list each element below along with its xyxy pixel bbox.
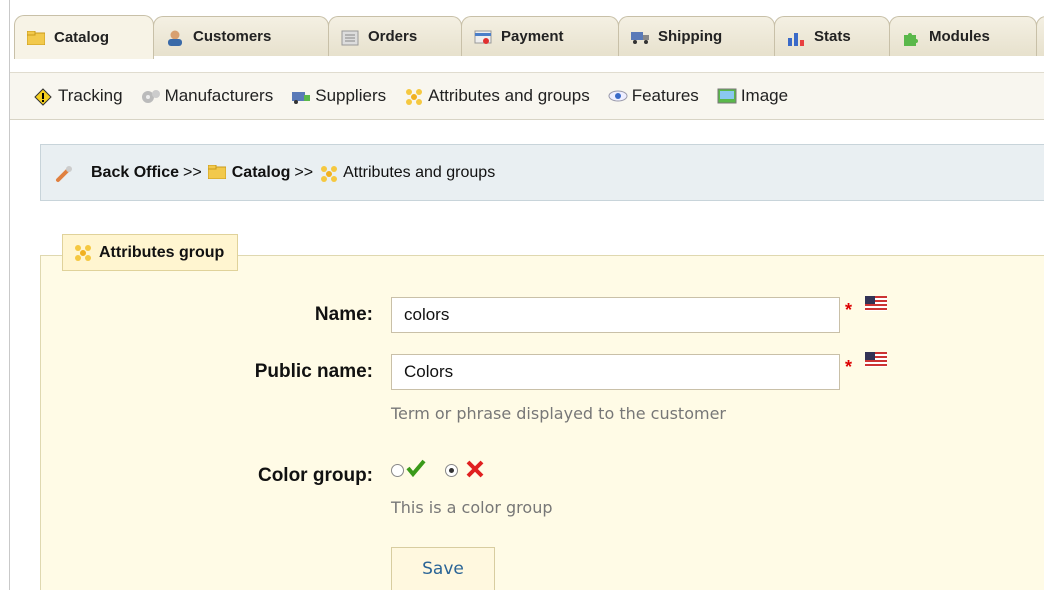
breadcrumb: Back Office >> Catalog >> Attributes and… (40, 144, 1044, 201)
name-input[interactable] (391, 297, 840, 333)
customer-icon (166, 30, 184, 46)
attributes-icon (319, 165, 338, 182)
truck-icon (631, 30, 649, 44)
orders-icon (341, 30, 359, 45)
main-tab-bar: Catalog Customers Orders Payment Shippin… (10, 0, 1044, 70)
tab-label: Catalog (54, 29, 110, 46)
us-flag-icon[interactable] (865, 352, 887, 367)
subnav-attributes[interactable]: Attributes and groups (404, 86, 590, 106)
breadcrumb-current: Attributes and groups (343, 163, 496, 181)
bar-chart-icon (787, 30, 805, 46)
subnav-tracking[interactable]: Tracking (34, 86, 123, 106)
payment-icon (474, 30, 492, 44)
color-group-label: Color group: (257, 465, 373, 486)
breadcrumb-separator: >> (183, 163, 202, 181)
required-mark: * (845, 357, 853, 377)
tab-catalog[interactable]: Catalog (14, 15, 154, 59)
required-mark: * (845, 300, 853, 320)
tab-label: Modules (929, 28, 990, 45)
tab-label: Customers (193, 28, 272, 45)
us-flag-icon[interactable] (865, 296, 887, 311)
public-name-label: Public name: (254, 361, 373, 382)
tab-shipping[interactable]: Shipping (618, 16, 775, 56)
subnav-label: Manufacturers (164, 86, 274, 105)
warning-icon (34, 88, 52, 106)
subnav-label: Attributes and groups (428, 86, 590, 105)
sub-navigation: Tracking Manufacturers Suppliers Attribu… (10, 72, 1044, 120)
tab-overflow[interactable] (1036, 16, 1044, 56)
supplier-icon (291, 88, 311, 104)
subnav-suppliers[interactable]: Suppliers (291, 86, 386, 106)
cross-icon (465, 459, 485, 484)
public-name-hint: Term or phrase displayed to the customer (391, 404, 726, 423)
tab-payment[interactable]: Payment (461, 16, 619, 56)
name-label: Name: (314, 304, 373, 325)
subnav-label: Suppliers (315, 86, 387, 105)
tab-label: Stats (814, 28, 851, 45)
subnav-label: Tracking (58, 86, 123, 105)
tab-modules[interactable]: Modules (889, 16, 1037, 56)
gears-icon (141, 88, 160, 104)
wrench-icon (55, 165, 73, 182)
public-name-input[interactable] (391, 354, 840, 390)
subnav-features[interactable]: Features (608, 86, 699, 106)
image-icon (717, 88, 737, 104)
subnav-manufacturers[interactable]: Manufacturers (141, 86, 274, 106)
tab-customers[interactable]: Customers (153, 16, 329, 56)
folder-icon (26, 30, 46, 45)
subnav-label: Image (740, 86, 789, 105)
attributes-icon (404, 88, 423, 105)
color-group-yes-radio[interactable] (391, 464, 404, 477)
folder-icon (207, 164, 227, 181)
tab-orders[interactable]: Orders (328, 16, 462, 56)
subnav-label: Features (631, 86, 699, 105)
legend-label: Attributes group (99, 243, 225, 261)
check-icon (405, 458, 427, 483)
subnav-image[interactable]: Image (717, 86, 788, 106)
tab-label: Shipping (658, 28, 723, 45)
color-group-hint: This is a color group (391, 498, 553, 517)
breadcrumb-separator: >> (294, 163, 314, 181)
attributes-icon (73, 244, 93, 262)
fieldset-legend: Attributes group (62, 234, 239, 271)
save-button[interactable]: Save (391, 547, 495, 590)
tab-label: Orders (368, 28, 418, 45)
breadcrumb-section[interactable]: Catalog (232, 164, 291, 182)
breadcrumb-root[interactable]: Back Office (91, 164, 179, 182)
tab-label: Payment (501, 28, 564, 45)
puzzle-icon (902, 30, 920, 46)
color-group-no-radio[interactable] (445, 464, 458, 477)
eye-icon (608, 88, 628, 104)
tab-stats[interactable]: Stats (774, 16, 890, 56)
